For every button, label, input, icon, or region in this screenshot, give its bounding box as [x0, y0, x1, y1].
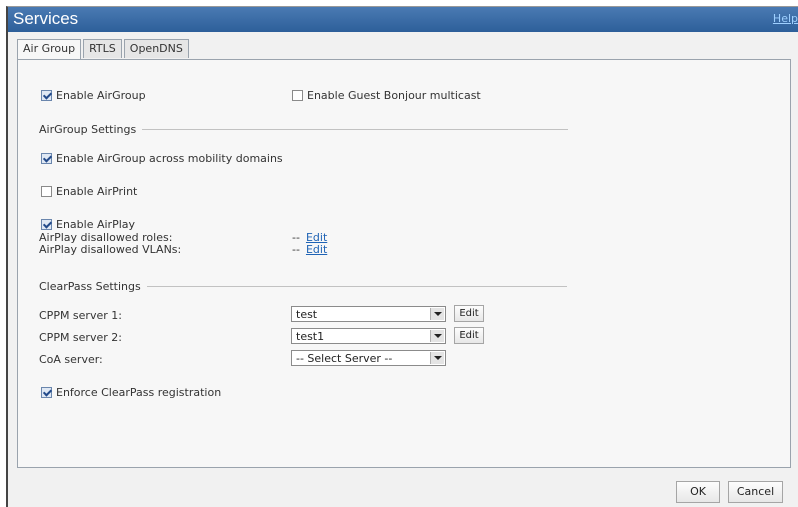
disallowed-vlans-label: AirPlay disallowed VLANs:: [39, 242, 182, 256]
air-group-panel: Enable AirGroup Enable Guest Bonjour mul…: [17, 59, 791, 468]
airprint-label: Enable AirPrint: [56, 184, 138, 198]
enable-airgroup-checkbox[interactable]: [41, 89, 52, 101]
cppm2-select-value: test1: [296, 330, 325, 343]
coa-select-value: -- Select Server --: [296, 352, 393, 365]
cppm1-select[interactable]: test: [291, 306, 446, 322]
tab-air-group[interactable]: Air Group: [17, 39, 82, 60]
cppm2-label: CPPM server 2:: [39, 330, 122, 344]
section-divider: [142, 129, 569, 130]
enforce-clearpass-checkbox[interactable]: [41, 386, 52, 398]
across-mobility-checkbox[interactable]: [41, 152, 52, 164]
chevron-down-icon[interactable]: [430, 352, 444, 364]
airplay-row[interactable]: Enable AirPlay: [41, 217, 135, 231]
coa-select[interactable]: -- Select Server --: [291, 350, 446, 366]
airgroup-settings-section: AirGroup Settings: [39, 123, 569, 136]
tab-rtls[interactable]: RTLS: [83, 39, 122, 58]
enable-airgroup-row[interactable]: Enable AirGroup: [41, 88, 146, 102]
airprint-row[interactable]: Enable AirPrint: [41, 184, 137, 198]
help-link[interactable]: Help: [773, 12, 798, 25]
cppm2-select[interactable]: test1: [291, 328, 446, 344]
cancel-button[interactable]: Cancel: [728, 481, 783, 503]
cppm1-label: CPPM server 1:: [39, 308, 122, 322]
disallowed-vlans-value-row: -- Edit: [292, 242, 327, 256]
enable-guest-bonjour-label: Enable Guest Bonjour multicast: [307, 88, 481, 102]
disallowed-vlans-row: AirPlay disallowed VLANs:: [39, 242, 181, 256]
cppm1-row: CPPM server 1:: [39, 308, 122, 322]
coa-label: CoA server:: [39, 352, 103, 366]
window-titlebar: Services Help: [8, 7, 798, 32]
enable-airgroup-label: Enable AirGroup: [56, 88, 146, 102]
tab-bar: Air Group RTLS OpenDNS: [17, 39, 191, 60]
services-window: Services Help Air Group RTLS OpenDNS Ena…: [6, 6, 798, 507]
airprint-checkbox[interactable]: [41, 185, 52, 197]
disallowed-vlans-edit-link[interactable]: Edit: [306, 243, 327, 256]
airplay-label: Enable AirPlay: [56, 217, 136, 231]
ok-button[interactable]: OK: [676, 481, 720, 503]
airplay-checkbox[interactable]: [41, 218, 52, 230]
clearpass-settings-section: ClearPass Settings: [39, 280, 567, 293]
cppm2-edit-button[interactable]: Edit: [454, 327, 484, 344]
enforce-clearpass-row[interactable]: Enforce ClearPass registration: [41, 385, 221, 399]
airgroup-settings-heading: AirGroup Settings: [39, 123, 137, 136]
tab-opendns[interactable]: OpenDNS: [123, 39, 189, 58]
enable-guest-bonjour-row[interactable]: Enable Guest Bonjour multicast: [292, 88, 481, 102]
chevron-down-icon[interactable]: [430, 308, 444, 320]
cppm1-edit-button[interactable]: Edit: [454, 305, 484, 322]
cppm1-select-value: test: [296, 308, 318, 321]
coa-row: CoA server:: [39, 352, 103, 366]
disallowed-vlans-value: --: [292, 242, 300, 256]
across-mobility-row[interactable]: Enable AirGroup across mobility domains: [41, 151, 283, 165]
section-divider: [146, 286, 567, 287]
enable-guest-bonjour-checkbox[interactable]: [292, 89, 303, 101]
across-mobility-label: Enable AirGroup across mobility domains: [56, 151, 283, 165]
enforce-clearpass-label: Enforce ClearPass registration: [56, 385, 222, 399]
clearpass-settings-heading: ClearPass Settings: [39, 280, 141, 293]
chevron-down-icon[interactable]: [430, 330, 444, 342]
window-title: Services: [13, 9, 79, 28]
cppm2-row: CPPM server 2:: [39, 330, 122, 344]
